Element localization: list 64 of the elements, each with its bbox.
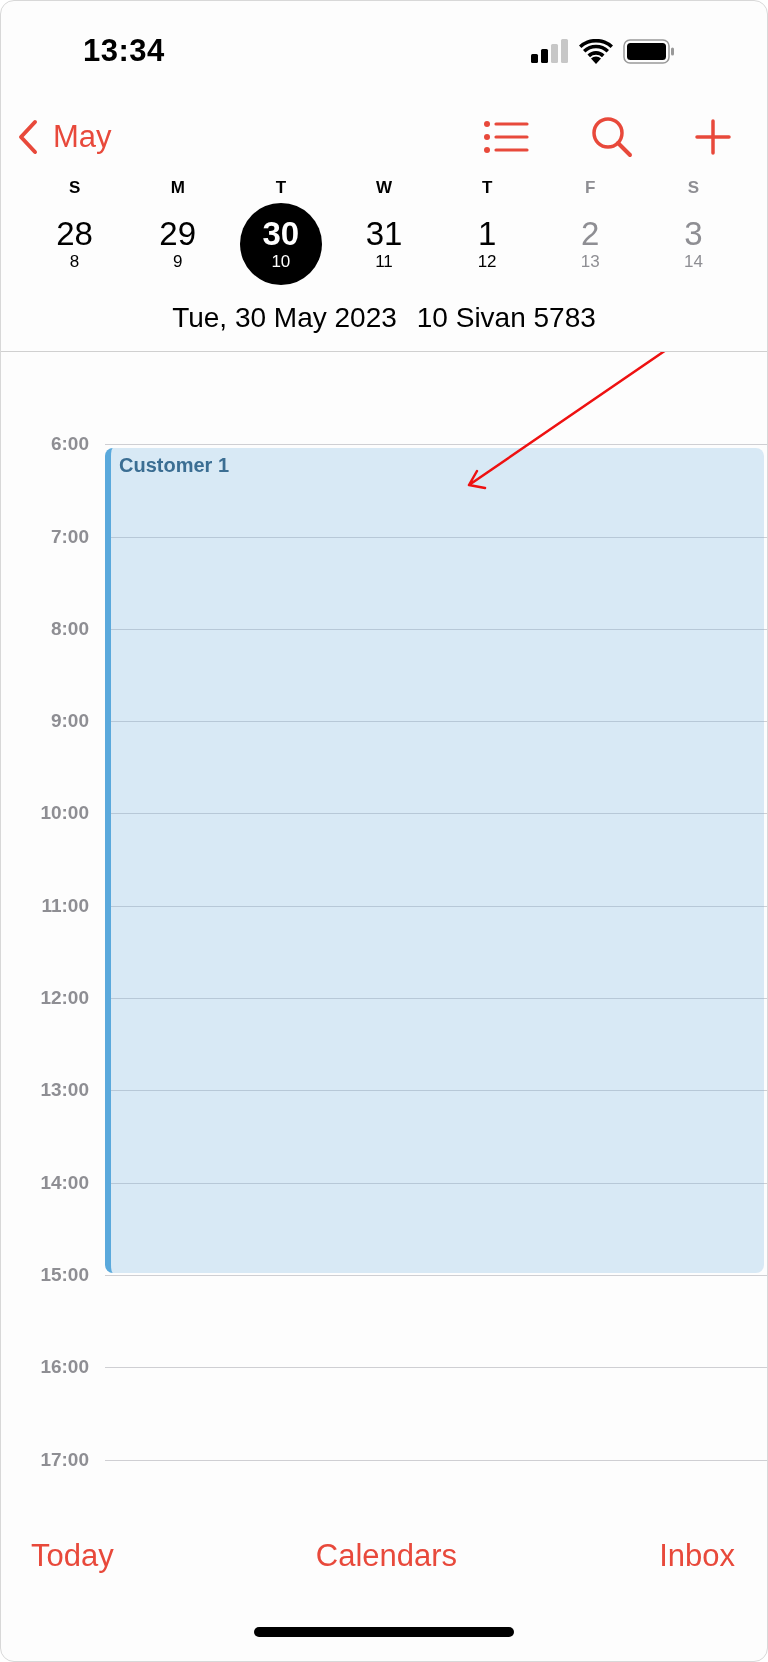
event-segment[interactable] <box>105 628 764 722</box>
hour-label: 12:00 <box>39 988 89 1009</box>
hour-label: 16:00 <box>39 1357 89 1378</box>
weekday-label: T <box>275 177 287 199</box>
day-button[interactable]: 28 8 <box>33 203 116 285</box>
signal-icon <box>531 39 569 63</box>
hour-label: 14:00 <box>39 1172 89 1193</box>
day-number: 31 <box>365 216 403 252</box>
hebrew-day-number: 11 <box>375 252 393 272</box>
toolbar-button[interactable]: Calendars <box>315 1538 458 1574</box>
hour-label: 13:00 <box>39 1080 89 1101</box>
hebrew-day-number: 10 <box>271 252 291 272</box>
hour-label: 7:00 <box>49 526 89 547</box>
event-segment[interactable] <box>105 1090 764 1183</box>
day-button[interactable]: 3 14 <box>652 203 735 285</box>
day-number: 30 <box>262 216 300 252</box>
day-number: 1 <box>477 216 497 252</box>
day-number: 2 <box>581 216 600 252</box>
event-segment[interactable] <box>105 813 764 906</box>
event-segment[interactable]: Customer 1 <box>105 448 764 537</box>
day-number: 28 <box>56 216 93 252</box>
hour-label: 17:00 <box>39 1449 89 1470</box>
day-button[interactable]: 30 10 <box>239 203 322 285</box>
hebrew-day-number: 13 <box>580 252 600 272</box>
day-number: 3 <box>684 216 703 252</box>
hebrew-day-number: 8 <box>69 252 80 272</box>
list-icon[interactable] <box>483 120 529 154</box>
wifi-icon <box>579 38 613 64</box>
weekday-label: M <box>170 177 185 199</box>
hour-label: 11:00 <box>40 895 89 916</box>
day-button[interactable]: 1 12 <box>446 203 529 285</box>
event-segment[interactable] <box>105 998 764 1091</box>
chevron-icon <box>17 119 39 155</box>
hour-label: 10:00 <box>39 803 89 824</box>
hebrew-day-number: 9 <box>172 252 183 272</box>
weekday-label: S <box>687 177 700 199</box>
hour-label: 8:00 <box>49 618 89 639</box>
hebrew-day-number: 14 <box>683 252 703 272</box>
weekday-label: F <box>585 177 596 199</box>
event-segment[interactable] <box>105 536 764 629</box>
toolbar-button[interactable]: Today <box>31 1538 114 1574</box>
status-time: 13:34 <box>83 33 165 69</box>
weekday-label: W <box>375 177 392 199</box>
date-title: Tue, 30 May 2023 <box>172 302 397 334</box>
day-button[interactable]: 31 11 <box>343 203 425 285</box>
hour-label: 9:00 <box>49 711 89 732</box>
back-button[interactable]: May <box>17 119 112 155</box>
hour-label: 6:00 <box>49 434 89 455</box>
day-button[interactable]: 29 9 <box>136 203 219 285</box>
event-segment[interactable] <box>105 721 764 814</box>
hour-label: 15:00 <box>39 1264 89 1285</box>
weekday-label: T <box>481 177 493 199</box>
weekday-label: S <box>68 177 81 199</box>
hebrew-date: 10 Sivan 5783 <box>416 302 596 334</box>
day-number: 29 <box>159 216 197 252</box>
event-segment[interactable] <box>105 1182 764 1273</box>
event-segment[interactable] <box>105 905 764 999</box>
event-title: Customer 1 <box>119 454 230 477</box>
day-button[interactable]: 2 13 <box>549 203 632 285</box>
toolbar-button[interactable]: Inbox <box>659 1538 735 1574</box>
add-icon[interactable] <box>695 119 731 155</box>
hebrew-day-number: 12 <box>477 252 497 272</box>
battery-icon <box>623 38 675 64</box>
search-icon[interactable] <box>591 116 633 158</box>
